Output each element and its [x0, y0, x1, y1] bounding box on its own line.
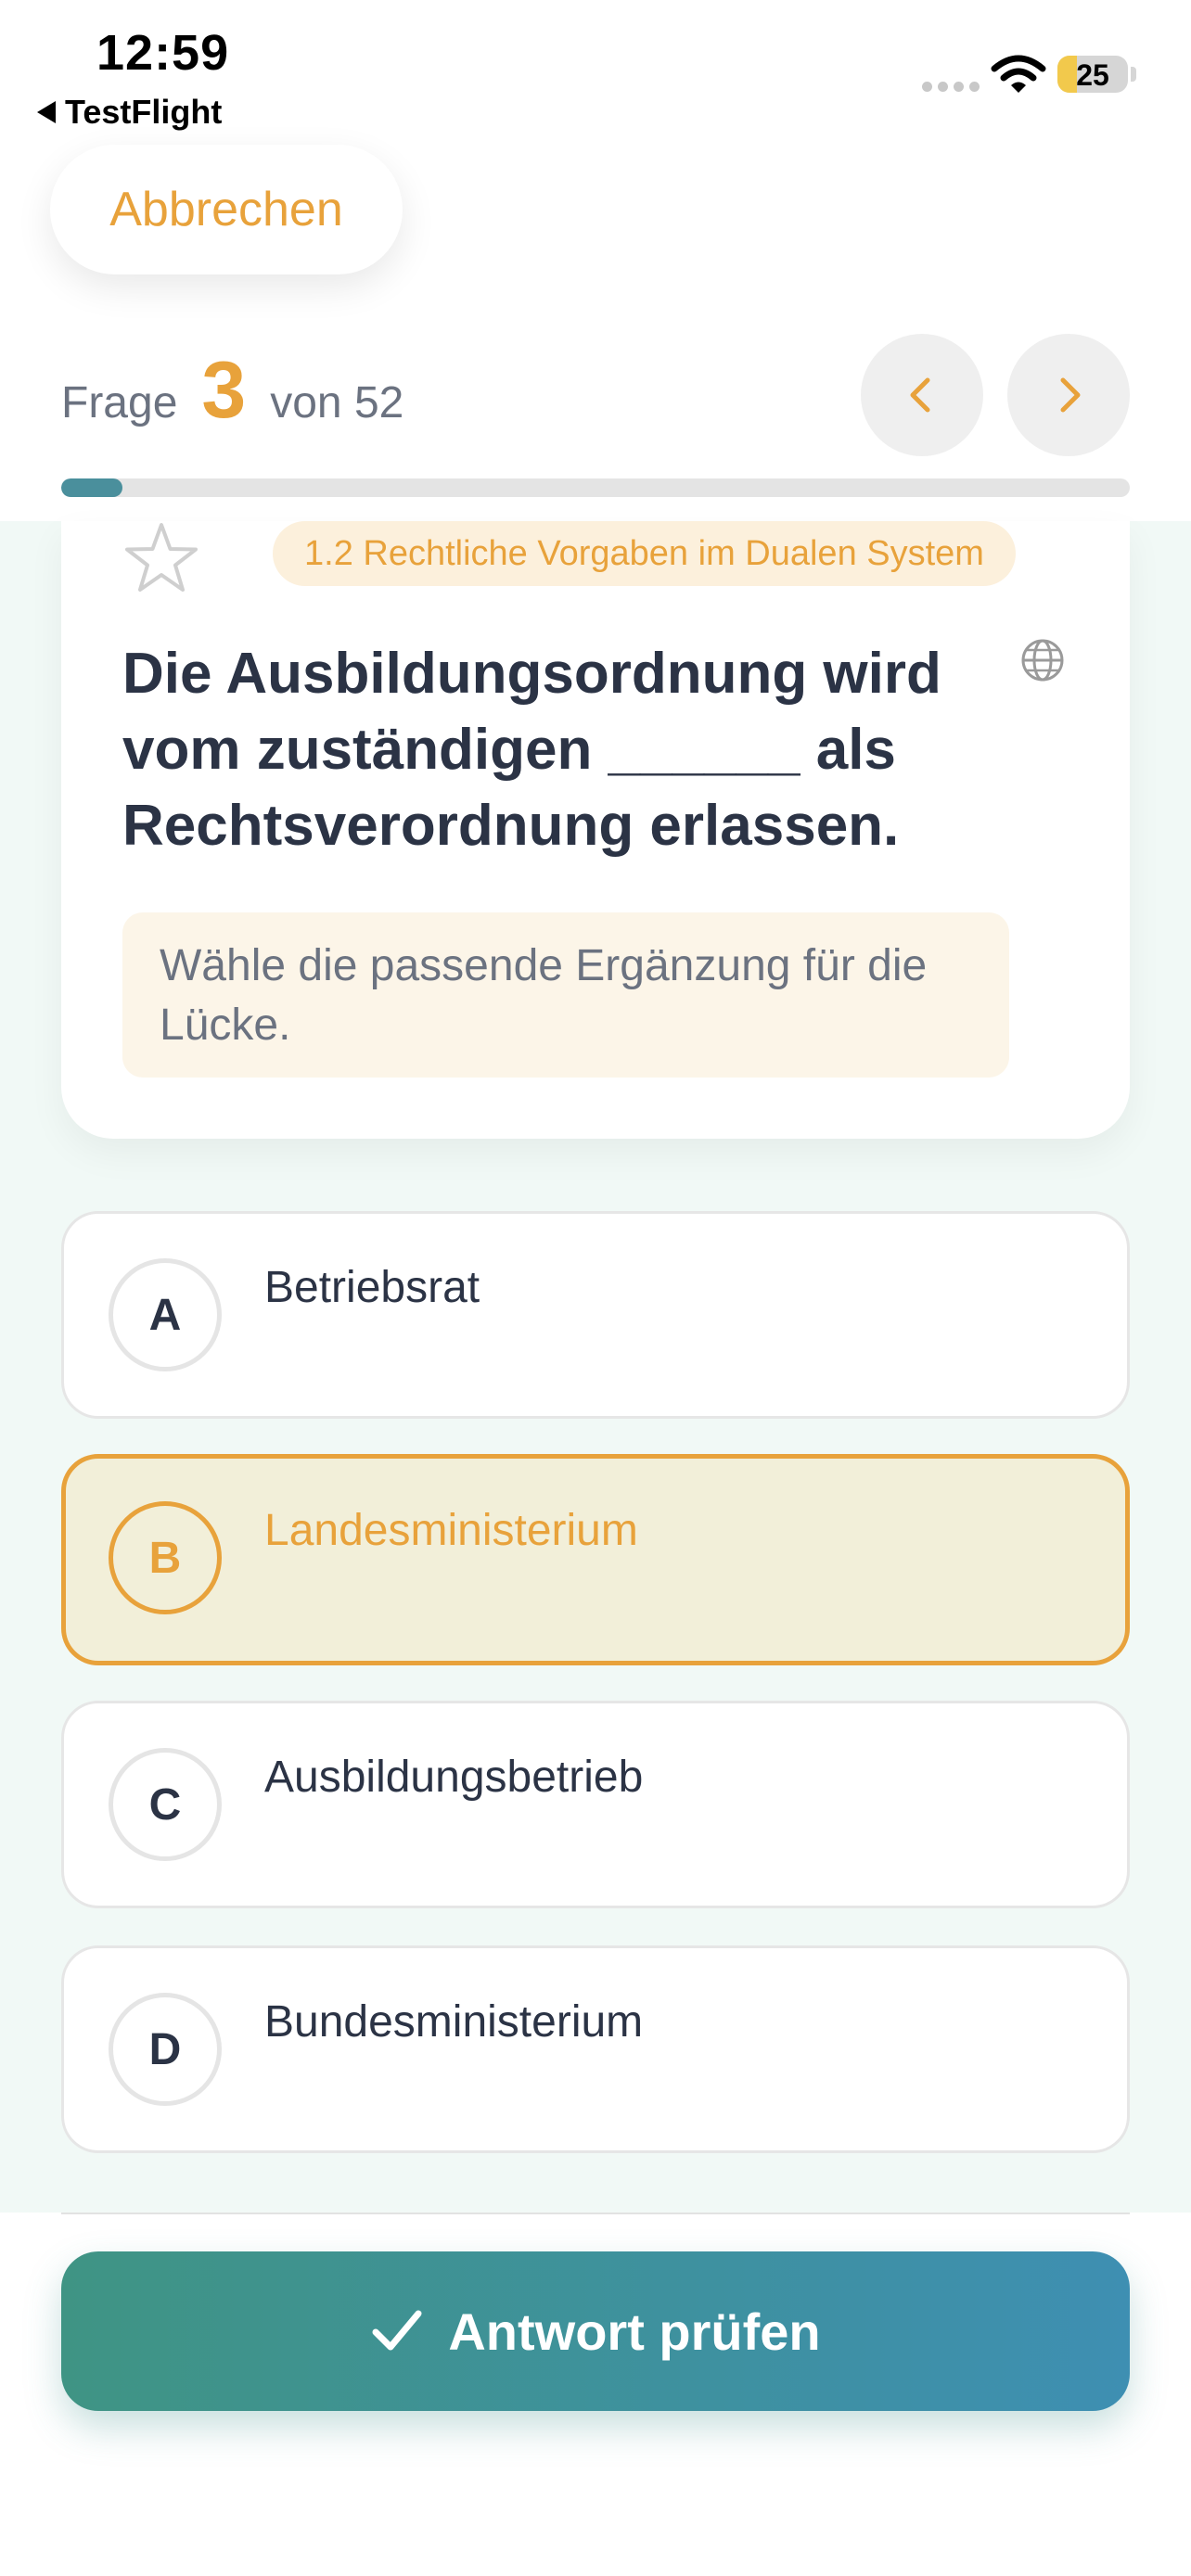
back-arrow-icon: [37, 101, 56, 123]
answer-letter: C: [109, 1748, 222, 1861]
answer-text: Landesministerium: [264, 1506, 638, 1555]
hint-box: Wähle die passende Ergänzung für die Lüc…: [122, 912, 1009, 1078]
back-label: TestFlight: [65, 93, 223, 131]
question-text: Die Ausbildungsordnung wird vom zuständi…: [122, 642, 941, 858]
answer-option-d[interactable]: D Bundesministerium: [61, 1945, 1130, 2153]
check-answer-label: Antwort prüfen: [448, 2302, 821, 2361]
answer-letter: D: [109, 1993, 222, 2106]
status-time: 12:59: [96, 25, 230, 81]
checkmark-icon: [372, 2310, 422, 2351]
answer-letter: B: [109, 1501, 222, 1614]
answer-option-c[interactable]: C Ausbildungsbetrieb: [61, 1701, 1130, 1908]
battery-level: 25: [1076, 58, 1109, 92]
answer-text: Bundesministerium: [264, 1997, 644, 2047]
question-card: 1.2 Rechtliche Vorgaben im Dualen System…: [61, 521, 1130, 1139]
globe-icon[interactable]: [1020, 638, 1065, 682]
topic-badge: 1.2 Rechtliche Vorgaben im Dualen System: [273, 521, 1016, 586]
chevron-right-icon: [1060, 377, 1081, 413]
progress-bar-fill: [61, 478, 123, 497]
answer-text: Ausbildungsbetrieb: [264, 1753, 644, 1802]
previous-question-button[interactable]: [861, 334, 983, 456]
chevron-left-icon: [910, 377, 930, 413]
answer-letter: A: [109, 1258, 222, 1371]
check-answer-button[interactable]: Antwort prüfen: [61, 2251, 1130, 2411]
signal-icon: [922, 82, 980, 92]
question-counter: Frage 3 von 52: [61, 351, 403, 430]
answer-option-b[interactable]: B Landesministerium: [61, 1454, 1130, 1665]
next-question-button[interactable]: [1007, 334, 1130, 456]
wifi-icon: [991, 55, 1046, 93]
cancel-button[interactable]: Abbrechen: [50, 145, 403, 274]
question-number: 3: [201, 346, 247, 435]
question-prefix: Frage: [61, 378, 178, 427]
back-to-testflight-link[interactable]: TestFlight: [37, 93, 222, 132]
battery-icon: 25: [1057, 56, 1128, 93]
question-total: von 52: [270, 378, 404, 427]
answer-text: Betriebsrat: [264, 1263, 480, 1312]
battery-cap: [1131, 67, 1136, 82]
footer-divider: [61, 2213, 1130, 2214]
star-outline-icon[interactable]: [124, 521, 198, 592]
answer-option-a[interactable]: A Betriebsrat: [61, 1211, 1130, 1419]
progress-bar: [61, 478, 1130, 497]
